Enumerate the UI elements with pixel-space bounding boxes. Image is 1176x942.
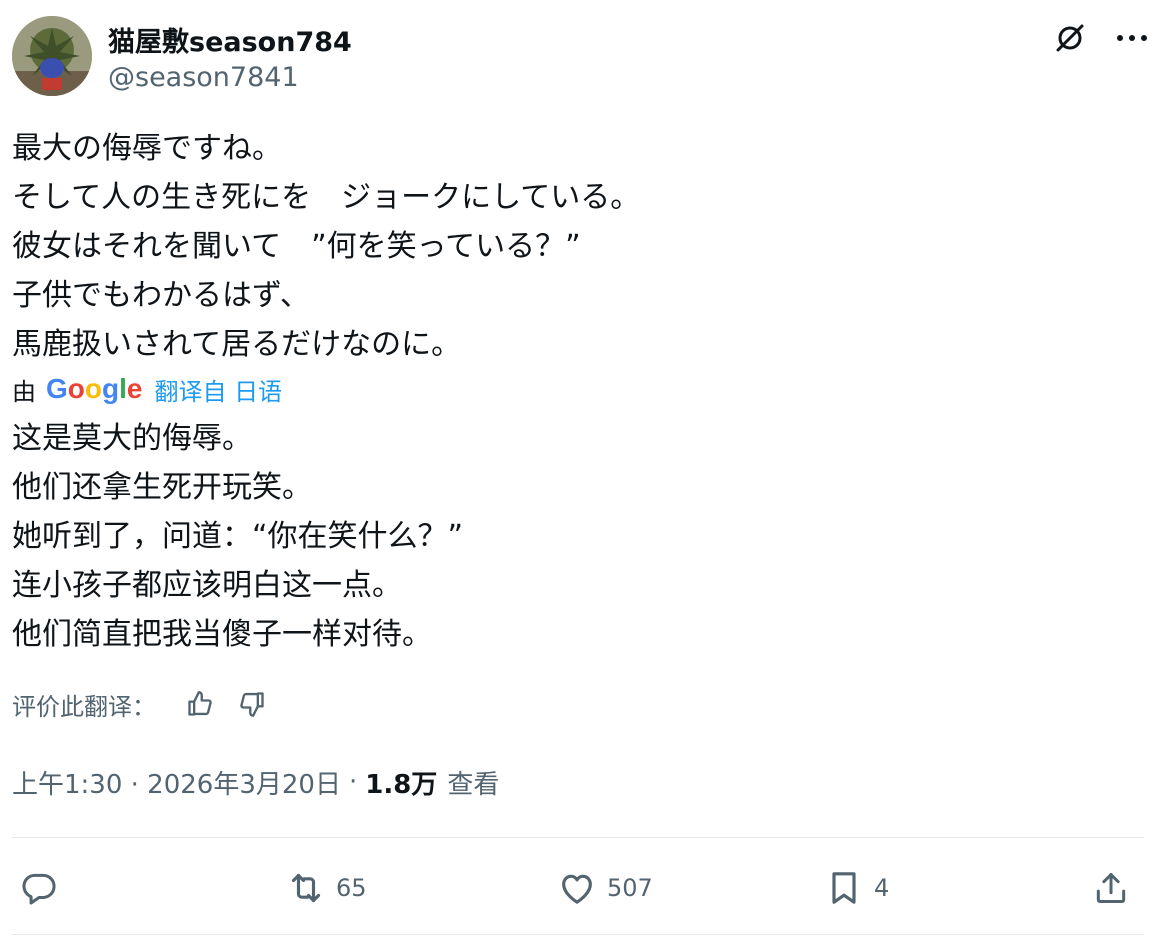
translated-line: 这是莫大的侮辱。 [12,421,252,456]
reply-icon [20,869,58,907]
original-line: そして人の生き死にを ジョークにしている。 [12,180,641,215]
original-line: 馬鹿扱いされて居るだけなのに。 [12,327,462,362]
google-letter: e [126,373,143,404]
google-letter: o [84,373,102,404]
post-translated-text: 这是莫大的侮辱。 他们还拿生死开玩笑。 她听到了，问道：“你在笑什么？” 连小孩… [12,414,1162,659]
grok-icon [1052,20,1088,56]
rate-translation-row: 评价此翻译： [12,684,284,724]
translated-by-label: 由 [12,377,36,406]
original-line: 子供でもわかるはず、 [12,278,310,313]
bookmark-icon [824,868,864,908]
repost-count: 65 [336,874,367,902]
thumbs-up-icon [186,690,214,718]
post-original-text: 最大の侮辱ですね。 そして人の生き死にを ジョークにしている。 彼女はそれを聞い… [12,124,1162,369]
repost-button[interactable]: 65 [286,862,367,914]
divider [12,934,1144,935]
google-letter: l [119,373,127,404]
thumbs-down-button[interactable] [232,684,272,724]
translated-line: 连小孩子都应该明白这一点。 [12,568,402,603]
action-bar: 65 507 4 [12,862,1144,914]
google-letter: o [67,373,85,404]
translated-from-link[interactable]: 翻译自 日语 [154,372,282,407]
like-button[interactable]: 507 [557,862,653,914]
bookmark-count: 4 [874,874,890,902]
share-button[interactable] [1092,862,1140,914]
heart-icon [557,868,597,908]
divider [12,837,1144,838]
more-icon [1116,34,1148,42]
original-line: 最大の侮辱ですね。 [12,131,282,166]
google-logo: Google [46,373,142,405]
reply-button[interactable] [20,862,68,914]
original-line: 彼女はそれを聞いて ”何を笑っている？” [12,229,581,264]
author-display-name[interactable]: 猫屋敷season784 [108,20,352,59]
rate-translation-label: 评价此翻译： [12,692,156,721]
avatar-image [12,16,92,96]
google-wordmark: Google [46,373,142,404]
translated-line: 他们还拿生死开玩笑。 [12,470,312,505]
translated-line: 她听到了，问道：“你在笑什么？” [12,519,464,554]
bookmark-button[interactable]: 4 [824,862,889,914]
like-count: 507 [607,874,653,902]
repost-icon [286,868,326,908]
avatar[interactable] [12,16,92,96]
translated-line: 他们简直把我当傻子一样对待。 [12,617,432,652]
thumbs-down-icon [238,690,266,718]
share-icon [1092,869,1130,907]
views-label: 查看 [447,769,500,800]
more-button[interactable] [1112,18,1152,58]
post-timestamp[interactable]: 上午1:30 · 2026年3月20日 [12,764,341,801]
views-count: 1.8万 [365,769,438,800]
thumbs-up-button[interactable] [180,684,220,724]
meta-separator: · [348,767,358,797]
post-meta-row: 上午1:30 · 2026年3月20日 · 1.8万 查看 [12,762,499,802]
google-letter: g [102,373,120,404]
translated-by-row: 由 Google 翻译自 日语 [12,372,282,406]
author-handle[interactable]: @season7841 [108,62,299,93]
google-letter: G [46,373,68,404]
grok-button[interactable] [1050,18,1090,58]
post-header: 猫屋敷season784 @season7841 [12,14,1164,98]
